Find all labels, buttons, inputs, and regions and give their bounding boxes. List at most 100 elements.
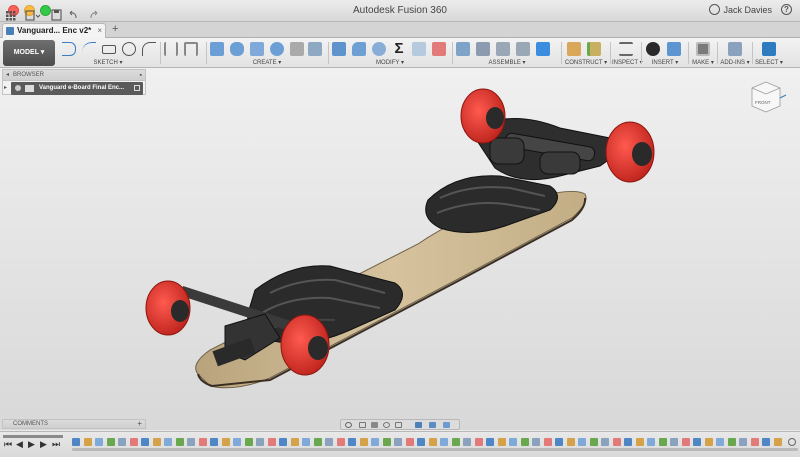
- rigid-group-icon[interactable]: [536, 42, 550, 56]
- viewports-icon[interactable]: [443, 422, 450, 428]
- inspect-menu[interactable]: INSPECT ▾: [612, 59, 643, 66]
- revolve-icon[interactable]: [230, 42, 244, 56]
- timeline-feature-icon[interactable]: [417, 438, 425, 446]
- display-settings-icon[interactable]: [415, 422, 422, 428]
- timeline-feature-icon[interactable]: [359, 438, 368, 446]
- user-menu[interactable]: Jack Davies: [723, 5, 772, 15]
- grid-settings-icon[interactable]: [429, 422, 436, 428]
- timeline-feature-icon[interactable]: [290, 438, 299, 446]
- timeline-feature-icon[interactable]: [129, 438, 138, 446]
- timeline-feature-icon[interactable]: [658, 438, 667, 446]
- go-to-start-icon[interactable]: ⏮: [4, 439, 12, 450]
- new-tab-button[interactable]: +: [112, 23, 118, 35]
- pin-icon[interactable]: ▪: [140, 70, 142, 81]
- model-canvas[interactable]: FRONT: [0, 68, 800, 430]
- joint-icon[interactable]: [476, 42, 490, 56]
- add-comment-icon[interactable]: +: [137, 420, 142, 428]
- rear-right-wheel[interactable]: [280, 314, 330, 376]
- pattern-icon[interactable]: [308, 42, 322, 56]
- timeline-feature-icon[interactable]: [601, 438, 609, 446]
- timeline-feature-icon[interactable]: [647, 438, 655, 446]
- combine-icon[interactable]: [432, 42, 446, 56]
- workspace-switcher[interactable]: MODEL ▾: [3, 40, 55, 66]
- activate-radio-icon[interactable]: [134, 85, 140, 91]
- play-icon[interactable]: ▶: [28, 439, 35, 450]
- timeline-settings-icon[interactable]: [788, 438, 796, 446]
- construct-menu[interactable]: CONSTRUCT ▾: [563, 59, 609, 66]
- timeline-feature-icon[interactable]: [428, 438, 437, 446]
- timeline-feature-icon[interactable]: [589, 438, 598, 446]
- fit-icon[interactable]: [395, 422, 402, 428]
- timeline-feature-icon[interactable]: [198, 438, 207, 446]
- timeline-feature-icon[interactable]: [95, 438, 103, 446]
- timeline-feature-icon[interactable]: [83, 438, 92, 446]
- timeline-feature-icon[interactable]: [210, 438, 218, 446]
- timeline-feature-icon[interactable]: [762, 438, 770, 446]
- insert-mesh-icon[interactable]: [667, 42, 681, 56]
- select-icon[interactable]: [762, 42, 776, 56]
- parallel-icon[interactable]: [164, 42, 178, 56]
- timeline-feature-icon[interactable]: [371, 438, 379, 446]
- 3d-print-icon[interactable]: [696, 42, 710, 56]
- timeline-feature-icon[interactable]: [106, 438, 115, 446]
- rectangle-icon[interactable]: [102, 45, 116, 54]
- sketch-undo-icon[interactable]: [62, 42, 76, 56]
- timeline-feature-icon[interactable]: [325, 438, 333, 446]
- timeline-feature-icon[interactable]: [670, 438, 678, 446]
- shell-icon[interactable]: [372, 42, 386, 56]
- timeline-feature-icon[interactable]: [578, 438, 586, 446]
- timeline-feature-icon[interactable]: [520, 438, 529, 446]
- timeline-feature-icon[interactable]: [405, 438, 414, 446]
- scripts-icon[interactable]: [728, 42, 742, 56]
- modify-menu[interactable]: MODIFY ▾: [330, 59, 450, 66]
- timeline-feature-icon[interactable]: [532, 438, 540, 446]
- document-tab[interactable]: Vanguard... Enc v2* ×: [2, 23, 106, 38]
- collapse-arrow-icon[interactable]: ◂: [6, 70, 9, 81]
- timeline-feature-icon[interactable]: [727, 438, 736, 446]
- measure-icon[interactable]: [619, 42, 633, 56]
- timeline-feature-icon[interactable]: [555, 438, 563, 446]
- front-left-wheel[interactable]: [460, 88, 506, 144]
- timeline-feature-icon[interactable]: [244, 438, 253, 446]
- joint-origin-icon[interactable]: [516, 42, 530, 56]
- pan-icon[interactable]: [371, 422, 378, 428]
- orbit-icon[interactable]: [345, 422, 352, 428]
- as-built-joint-icon[interactable]: [496, 42, 510, 56]
- midplane-icon[interactable]: [587, 42, 601, 56]
- timeline-feature-icon[interactable]: [118, 438, 126, 446]
- timeline-feature-icon[interactable]: [256, 438, 264, 446]
- mcmaster-icon[interactable]: [646, 42, 660, 56]
- timeline-feature-icon[interactable]: [750, 438, 759, 446]
- press-pull-icon[interactable]: [332, 42, 346, 56]
- add-ins-menu[interactable]: ADD-INS ▾: [719, 59, 751, 66]
- go-to-end-icon[interactable]: ⏭: [52, 439, 60, 450]
- insert-menu[interactable]: INSERT ▾: [643, 59, 687, 66]
- scale-icon[interactable]: [412, 42, 426, 56]
- offset-plane-icon[interactable]: [567, 42, 581, 56]
- timeline-scrubber[interactable]: [3, 435, 63, 438]
- create-menu[interactable]: CREATE ▾: [208, 59, 326, 66]
- timeline-feature-icon[interactable]: [152, 438, 161, 446]
- timeline-feature-icon[interactable]: [336, 438, 345, 446]
- zoom-icon[interactable]: [383, 422, 390, 428]
- timeline-feature-icon[interactable]: [164, 438, 172, 446]
- timeline-feature-icon[interactable]: [279, 438, 287, 446]
- timeline-feature-icon[interactable]: [233, 438, 241, 446]
- timeline-feature-icon[interactable]: [463, 438, 471, 446]
- sketch-menu[interactable]: SKETCH ▾: [60, 59, 156, 66]
- timeline-feature-icon[interactable]: [566, 438, 575, 446]
- make-menu[interactable]: MAKE ▾: [690, 59, 716, 66]
- data-panel-grid-icon[interactable]: [6, 11, 16, 21]
- select-menu[interactable]: SELECT ▾: [754, 59, 784, 66]
- loft-icon[interactable]: [270, 42, 284, 56]
- timeline-feature-icon[interactable]: [440, 438, 448, 446]
- timeline-feature-icon[interactable]: [635, 438, 644, 446]
- timeline-feature-icon[interactable]: [187, 438, 195, 446]
- job-status-icon[interactable]: [709, 4, 720, 15]
- step-forward-icon[interactable]: ▶: [40, 439, 47, 450]
- timeline-feature-icon[interactable]: [72, 438, 80, 446]
- rear-left-wheel[interactable]: [145, 280, 191, 336]
- timeline-feature-icon[interactable]: [704, 438, 713, 446]
- tab-close-button[interactable]: ×: [97, 24, 102, 37]
- timeline-feature-icon[interactable]: [486, 438, 494, 446]
